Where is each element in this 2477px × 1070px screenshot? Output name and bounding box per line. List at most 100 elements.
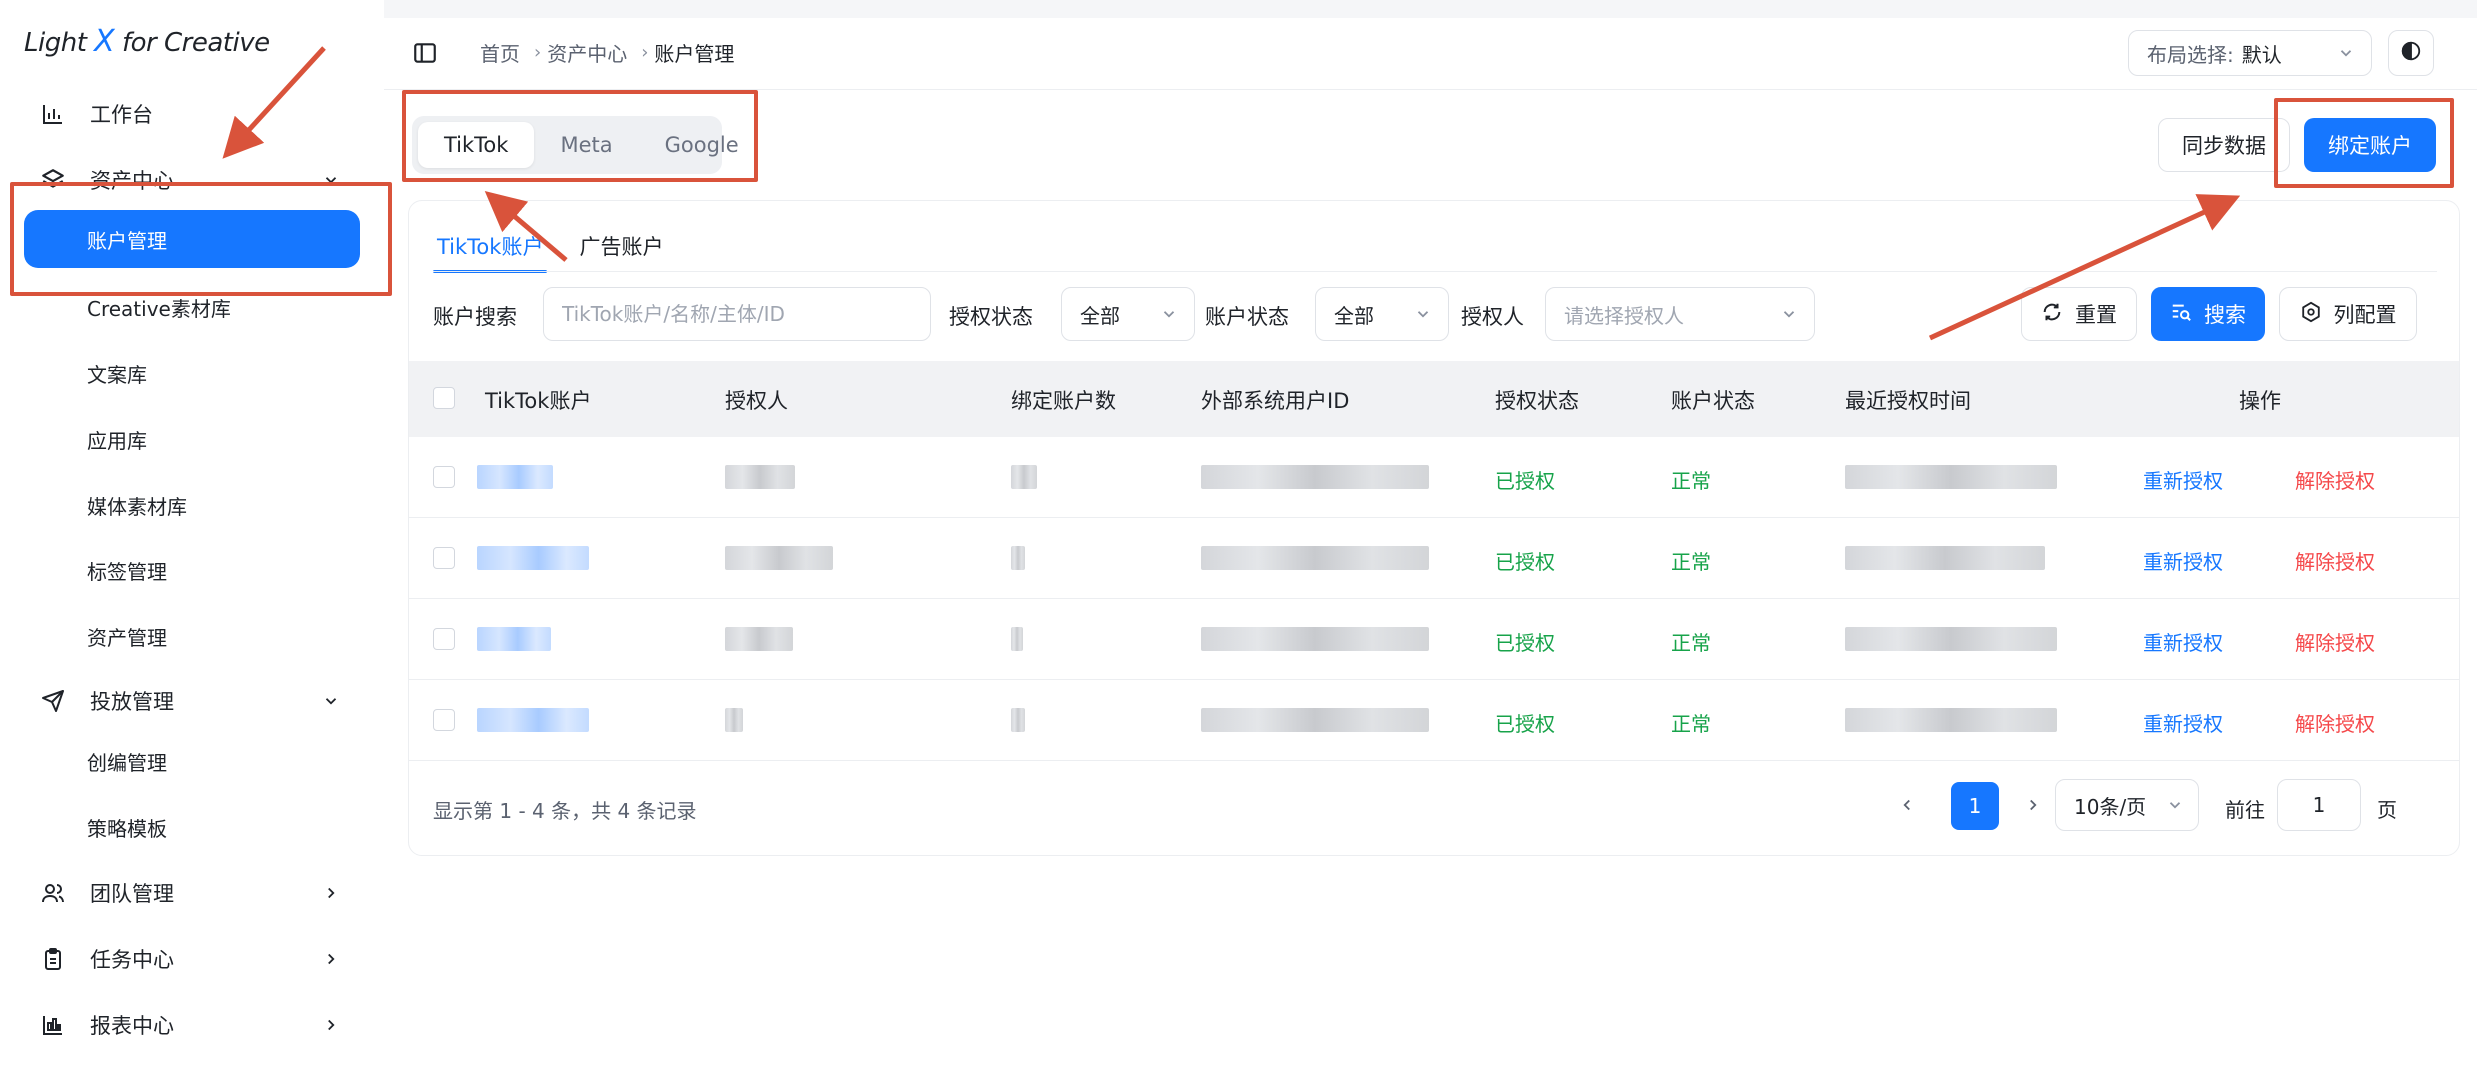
sidebar-item-team-management[interactable]: 团队管理 bbox=[0, 863, 384, 923]
column-header[interactable]: 外部系统用户ID bbox=[1201, 385, 1349, 415]
account-search-input[interactable] bbox=[543, 287, 931, 341]
chevron-left-icon[interactable] bbox=[1893, 791, 1921, 819]
goto-label: 前往 bbox=[2225, 798, 2265, 822]
theme-toggle-button[interactable] bbox=[2388, 30, 2434, 76]
column-header[interactable]: 绑定账户数 bbox=[1011, 385, 1116, 415]
column-header[interactable]: 授权人 bbox=[725, 385, 788, 415]
revoke-authorization-link[interactable]: 解除授权 bbox=[2295, 627, 2375, 656]
sidebar-item-creation-management[interactable]: 创编管理 bbox=[0, 732, 384, 790]
reauthorize-link[interactable]: 重新授权 bbox=[2143, 627, 2223, 656]
breadcrumb: 首页 › 资产中心 › 账户管理 bbox=[480, 38, 734, 67]
table-header: TikTok账户 授权人 绑定账户数 外部系统用户ID 授权状态 账户状态 最近… bbox=[409, 361, 2459, 437]
column-header[interactable]: TikTok账户 bbox=[485, 385, 591, 415]
account-search-label: 账户搜索 bbox=[433, 305, 517, 329]
sidebar-item-media-library[interactable]: 媒体素材库 bbox=[0, 476, 384, 534]
chevron-right-icon: › bbox=[641, 42, 649, 63]
tab-ad-accounts[interactable]: 广告账户 bbox=[575, 221, 667, 271]
sidebar-item-task-center[interactable]: 任务中心 bbox=[0, 929, 384, 989]
reauthorize-link[interactable]: 重新授权 bbox=[2143, 708, 2223, 737]
table-row: 已授权 正常 重新授权 解除授权 bbox=[409, 599, 2459, 680]
app-logo[interactable]: Light X for Creative bbox=[24, 24, 270, 59]
annotation-box-platform-tabs bbox=[402, 90, 758, 182]
breadcrumb-asset-center[interactable]: 资产中心 bbox=[547, 38, 627, 67]
page-size-select[interactable]: 10条/页 bbox=[2055, 779, 2199, 831]
auth-status-label: 授权状态 bbox=[949, 305, 1033, 329]
redacted-account[interactable] bbox=[477, 708, 589, 732]
column-header[interactable]: 最近授权时间 bbox=[1845, 385, 1971, 415]
sidebar-item-label: 策略模板 bbox=[87, 816, 167, 841]
row-checkbox[interactable] bbox=[433, 628, 455, 650]
revoke-authorization-link[interactable]: 解除授权 bbox=[2295, 546, 2375, 575]
reauthorize-link[interactable]: 重新授权 bbox=[2143, 465, 2223, 494]
reset-button[interactable]: 重置 bbox=[2021, 287, 2137, 341]
sidebar-item-tag-management[interactable]: 标签管理 bbox=[0, 541, 384, 599]
sidebar-item-app-library[interactable]: 应用库 bbox=[0, 410, 384, 468]
authorizer-placeholder: 请选择授权人 bbox=[1564, 303, 1684, 328]
sidebar-item-asset-management[interactable]: 资产管理 bbox=[0, 607, 384, 665]
chevron-down-icon bbox=[1160, 304, 1178, 328]
sidebar-item-label: 资产管理 bbox=[87, 625, 167, 650]
sidebar-item-label: 报表中心 bbox=[90, 1014, 174, 1038]
select-all-checkbox[interactable] bbox=[433, 387, 455, 409]
filter-bar: 账户搜索 授权状态 全部 账户状态 全部 授权人 请选择授权人 重置 bbox=[409, 287, 2461, 343]
sidebar-item-workbench[interactable]: 工作台 bbox=[0, 84, 384, 144]
auth-status-value: 已授权 bbox=[1495, 712, 1555, 736]
sidebar-item-copy-library[interactable]: 文案库 bbox=[0, 344, 384, 402]
column-config-button[interactable]: 列配置 bbox=[2279, 287, 2417, 341]
redacted-count bbox=[1011, 546, 1025, 570]
column-header: 操作 bbox=[2239, 389, 2281, 413]
auth-status-select[interactable]: 全部 bbox=[1061, 287, 1195, 341]
layout-select[interactable]: 布局选择: 默认 bbox=[2128, 30, 2372, 76]
chevron-right-icon: › bbox=[534, 42, 542, 63]
sidebar-item-label: 创编管理 bbox=[87, 750, 167, 775]
goto-page-input[interactable] bbox=[2277, 779, 2361, 831]
column-header[interactable]: 授权状态 bbox=[1495, 385, 1579, 415]
table-row: 已授权 正常 重新授权 解除授权 bbox=[409, 680, 2459, 761]
redacted-account[interactable] bbox=[477, 546, 589, 570]
row-checkbox[interactable] bbox=[433, 547, 455, 569]
search-button[interactable]: 搜索 bbox=[2151, 287, 2265, 341]
account-status-select[interactable]: 全部 bbox=[1315, 287, 1449, 341]
bar-chart-icon bbox=[40, 101, 66, 127]
account-type-tabs: TikTok账户 广告账户 bbox=[433, 221, 695, 273]
redacted-user-id bbox=[1201, 465, 1429, 489]
revoke-authorization-link[interactable]: 解除授权 bbox=[2295, 708, 2375, 737]
chevron-down-icon bbox=[1414, 304, 1432, 328]
authorizer-select[interactable]: 请选择授权人 bbox=[1545, 287, 1815, 341]
redacted-account[interactable] bbox=[477, 465, 553, 489]
page-number-current[interactable]: 1 bbox=[1951, 782, 1999, 830]
account-status-value: 全部 bbox=[1334, 303, 1374, 328]
accounts-card: TikTok账户 广告账户 账户搜索 授权状态 全部 账户状态 全部 授权人 请… bbox=[408, 200, 2460, 856]
auth-status-value: 全部 bbox=[1080, 303, 1120, 328]
reauthorize-link[interactable]: 重新授权 bbox=[2143, 546, 2223, 575]
sidebar-item-report-center[interactable]: 报表中心 bbox=[0, 995, 384, 1055]
sidebar-item-label: 应用库 bbox=[87, 428, 147, 453]
table-row: 已授权 正常 重新授权 解除授权 bbox=[409, 437, 2459, 518]
sync-data-button[interactable]: 同步数据 bbox=[2158, 118, 2290, 172]
users-icon bbox=[40, 880, 66, 906]
sidebar-item-label: 标签管理 bbox=[87, 559, 167, 584]
redacted-time bbox=[1845, 546, 2045, 570]
account-status-value: 正常 bbox=[1671, 712, 1711, 736]
report-icon bbox=[40, 1012, 66, 1038]
row-checkbox[interactable] bbox=[433, 466, 455, 488]
sidebar-item-label: 团队管理 bbox=[90, 882, 174, 906]
clipboard-icon bbox=[40, 946, 66, 972]
chevron-down-icon bbox=[2337, 43, 2355, 67]
redacted-user-id bbox=[1201, 627, 1429, 651]
row-checkbox[interactable] bbox=[433, 709, 455, 731]
revoke-authorization-link[interactable]: 解除授权 bbox=[2295, 465, 2375, 494]
sidebar-item-strategy-template[interactable]: 策略模板 bbox=[0, 798, 384, 856]
sidebar-item-label: 文案库 bbox=[87, 362, 147, 387]
column-header[interactable]: 账户状态 bbox=[1671, 385, 1755, 415]
chevron-right-icon bbox=[320, 882, 342, 904]
tab-tiktok-accounts[interactable]: TikTok账户 bbox=[433, 221, 548, 273]
redacted-count bbox=[1011, 465, 1037, 489]
chevron-right-icon[interactable] bbox=[2019, 791, 2047, 819]
main-content: TikTok Meta Google 同步数据 绑定账户 TikTok账户 广告… bbox=[384, 90, 2477, 1070]
sidebar-item-delivery-management[interactable]: 投放管理 bbox=[0, 671, 384, 731]
account-status-label: 账户状态 bbox=[1205, 305, 1289, 329]
breadcrumb-home[interactable]: 首页 bbox=[480, 38, 520, 67]
sidebar-toggle-icon[interactable] bbox=[412, 40, 440, 68]
redacted-account[interactable] bbox=[477, 627, 551, 651]
